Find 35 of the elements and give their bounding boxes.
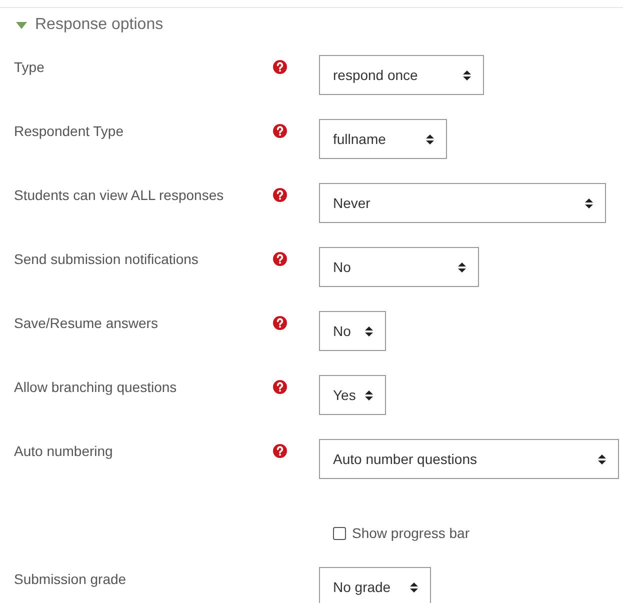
field-label: Auto numbering: [14, 443, 113, 459]
help-icon[interactable]: [273, 188, 287, 202]
select-dropdown[interactable]: Auto number questions: [319, 439, 619, 479]
select-dropdown[interactable]: No: [319, 247, 479, 287]
sort-caret-icon: [458, 262, 466, 272]
field-label: Save/Resume answers: [14, 315, 158, 331]
field-label: Submission grade: [14, 571, 126, 587]
checkbox-label[interactable]: Show progress bar: [352, 522, 470, 544]
checkbox[interactable]: [333, 526, 346, 540]
select-dropdown[interactable]: No: [319, 311, 386, 351]
help-icon[interactable]: [273, 380, 287, 394]
select-dropdown[interactable]: fullname: [319, 119, 447, 159]
section-title[interactable]: Response options: [35, 13, 164, 37]
help-icon[interactable]: [273, 444, 287, 458]
field-label: Respondent Type: [14, 123, 124, 139]
select-dropdown[interactable]: Never: [319, 183, 606, 223]
field-label: Send submission notifications: [14, 251, 198, 267]
field-label: Type: [14, 59, 44, 75]
help-icon[interactable]: [273, 124, 287, 138]
sort-caret-icon: [426, 134, 434, 144]
help-icon[interactable]: [273, 60, 287, 74]
field-label: Students can view ALL responses: [14, 187, 224, 203]
sort-caret-icon: [365, 390, 373, 400]
expand-triangle-icon[interactable]: [16, 22, 27, 28]
sort-caret-icon: [598, 454, 606, 464]
select-dropdown[interactable]: No grade: [319, 567, 431, 603]
select-dropdown[interactable]: Yes: [319, 375, 386, 415]
help-icon[interactable]: [273, 316, 287, 330]
field-label: Allow branching questions: [14, 379, 177, 395]
sort-caret-icon: [585, 198, 593, 208]
sort-caret-icon: [410, 582, 418, 592]
select-dropdown[interactable]: respond once: [319, 55, 484, 95]
sort-caret-icon: [463, 70, 471, 80]
sort-caret-icon: [365, 326, 373, 336]
help-icon[interactable]: [273, 252, 287, 266]
